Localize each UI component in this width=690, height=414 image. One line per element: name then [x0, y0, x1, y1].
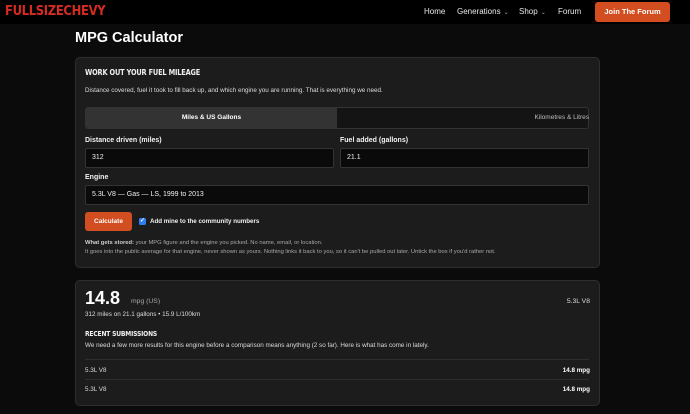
check-icon: ✓: [139, 218, 146, 224]
page-title: MPG Calculator: [75, 30, 183, 46]
distance-label: Distance driven (miles): [85, 137, 162, 144]
nav-forum[interactable]: Forum: [558, 7, 581, 16]
storage-note-line1: What gets stored: your MPG figure and th…: [85, 240, 322, 246]
engine-label: Engine: [85, 174, 109, 181]
divider: [85, 359, 589, 360]
divider: [85, 379, 589, 380]
site-logo[interactable]: FULLSIZECHEVY: [5, 3, 106, 19]
tab-miles-gallons[interactable]: Miles & US Gallons: [86, 108, 337, 128]
tab-km-litres[interactable]: Kilometres & Litres: [338, 108, 589, 128]
engine-select[interactable]: 5.3L V8 — Gas — LS, 1999 to 2013: [85, 185, 589, 205]
calculate-button[interactable]: Calculate: [85, 212, 132, 231]
recent-row-mpg-text: 14.8 mpg: [562, 386, 590, 393]
nav-shop-label: Shop: [519, 7, 538, 16]
chevron-down-icon: ⌄: [503, 10, 509, 16]
recent-row-engine: 5.3L V8: [85, 386, 107, 393]
recent-row-mpg-text: 14.8 mpg: [562, 367, 590, 374]
community-checkbox[interactable]: ✓: [139, 218, 146, 225]
unit-tabs: Miles & US Gallons Kilometres & Litres: [85, 107, 589, 129]
storage-note-text: your MPG figure and the engine you picke…: [133, 240, 323, 246]
form-heading: WORK OUT YOUR FUEL MILEAGE: [85, 68, 201, 77]
recent-row-engine: 5.3L V8: [85, 367, 107, 374]
nav-generations-label: Generations: [457, 7, 501, 16]
nav-shop[interactable]: Shop ⌄: [519, 7, 546, 16]
fuel-input[interactable]: 21.1: [340, 148, 589, 168]
storage-note-bold: What gets stored:: [85, 240, 134, 246]
nav-generations[interactable]: Generations ⌄: [457, 7, 509, 16]
recent-note: We need a few more results for this engi…: [85, 342, 429, 349]
checkbox-label[interactable]: Add mine to the community numbers: [150, 218, 259, 225]
mpg-result-unit: mpg (US): [131, 298, 161, 305]
top-nav: FULLSIZECHEVY Home Generations ⌄ Shop ⌄ Fo…: [0, 0, 690, 24]
recent-row-mpg: 14.8 mpg: [540, 386, 590, 393]
result-engine-text: 5.3L V8: [566, 298, 590, 305]
join-forum-button[interactable]: Join The Forum: [595, 2, 670, 22]
mpg-result-value: 14.8: [85, 288, 121, 308]
result-engine: 5.3L V8: [540, 298, 590, 305]
storage-note-line2: It goes into the public average for that…: [85, 249, 496, 255]
recent-heading: RECENT SUBMISSIONS: [85, 330, 158, 338]
recent-row-mpg: 14.8 mpg: [540, 367, 590, 374]
nav-home[interactable]: Home: [424, 7, 445, 16]
form-intro: Distance covered, fuel it took to fill b…: [85, 87, 383, 94]
distance-input[interactable]: 312: [85, 148, 334, 168]
chevron-down-icon: ⌄: [540, 10, 546, 16]
result-detail: 312 miles on 21.1 gallons • 15.9 L/100km: [85, 311, 201, 318]
fuel-label: Fuel added (gallons): [340, 137, 409, 144]
